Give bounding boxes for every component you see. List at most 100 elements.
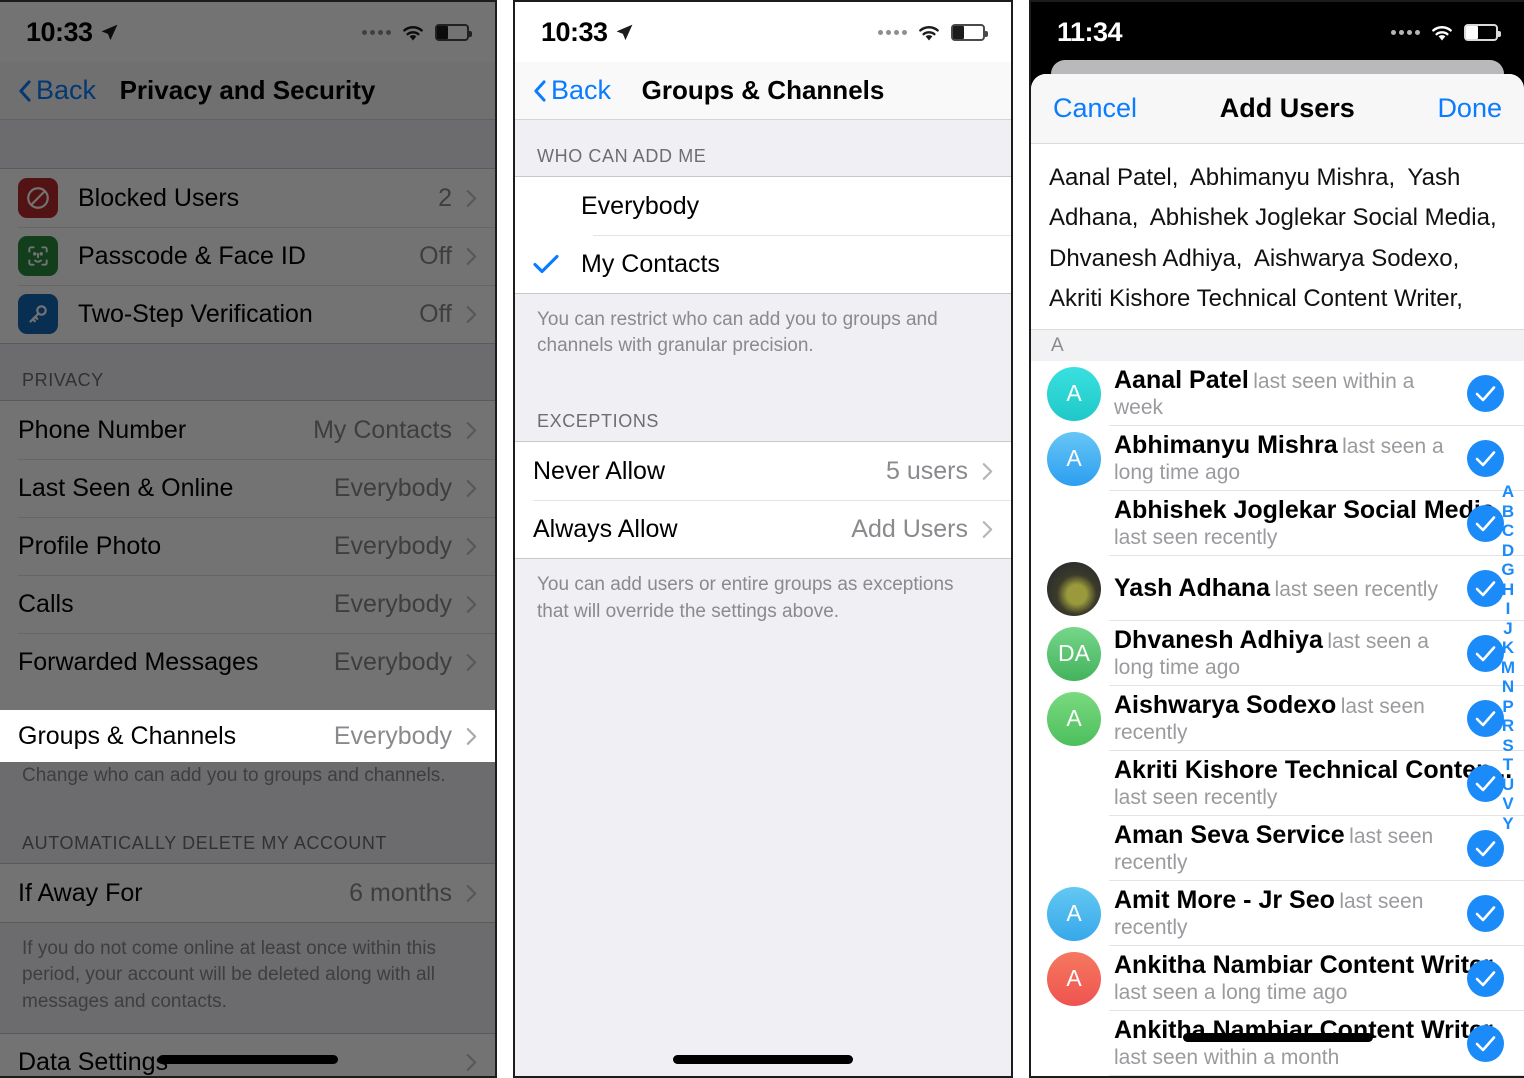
- signal-dots-icon: [878, 29, 907, 35]
- avatar-initials: A: [1066, 900, 1082, 927]
- cancel-button[interactable]: Cancel: [1053, 93, 1137, 124]
- back-button-panel2[interactable]: Back: [533, 75, 611, 106]
- index-letter[interactable]: G: [1501, 560, 1514, 580]
- index-letter[interactable]: C: [1502, 521, 1514, 541]
- option-my-contacts[interactable]: My Contacts: [515, 235, 1011, 293]
- index-letter[interactable]: N: [1502, 677, 1514, 697]
- row-label: Two-Step Verification: [78, 299, 313, 328]
- row-label: Last Seen & Online: [18, 473, 234, 502]
- contact-text: Ankitha Nambiar Content Writer last seen…: [1114, 951, 1493, 1007]
- panel-privacy-and-security: 10:33 Back Privacy and Security Blocked …: [0, 0, 497, 1078]
- back-button-panel1[interactable]: Back: [18, 75, 96, 106]
- token[interactable]: Aishwarya Sodexo,: [1254, 245, 1459, 272]
- selected-users-field[interactable]: Aanal Patel, Abhimanyu Mishra, Yash Adha…: [1031, 144, 1524, 331]
- list-item[interactable]: Abhishek Joglekar Social Media last seen…: [1031, 491, 1524, 557]
- chevron-right-icon: [982, 521, 993, 538]
- index-letter[interactable]: K: [1502, 638, 1514, 658]
- security-group: Blocked Users 2 Passcode & Face ID Off T…: [0, 168, 495, 344]
- contact-text: Abhishek Joglekar Social Media last seen…: [1114, 496, 1495, 552]
- auto-delete-footer-text: If you do not come online at least once …: [22, 938, 437, 1012]
- status-left-group: 10:33: [541, 17, 634, 48]
- list-item[interactable]: DA Dhvanesh Adhiya last seen a long time…: [1031, 621, 1524, 687]
- row-value: Everybody: [333, 473, 452, 502]
- contact-name: Abhishek Joglekar Social Media: [1114, 495, 1495, 524]
- row-calls[interactable]: Calls Everybody: [0, 575, 495, 633]
- checkbox-selected-icon[interactable]: [1467, 895, 1504, 933]
- wifi-icon: [919, 25, 939, 40]
- checkbox-selected-icon[interactable]: [1467, 440, 1504, 478]
- contact-list[interactable]: A Aanal Patel last seen within a week A …: [1031, 361, 1524, 1076]
- index-letter[interactable]: U: [1502, 775, 1514, 795]
- index-letter[interactable]: T: [1503, 755, 1513, 775]
- auto-delete-group: If Away For 6 months: [0, 863, 495, 924]
- index-letter[interactable]: R: [1502, 716, 1514, 736]
- index-letter[interactable]: P: [1502, 697, 1513, 717]
- list-item[interactable]: A Ankitha Nambiar Content Writer last se…: [1031, 946, 1524, 1012]
- list-item[interactable]: A Aishwarya Sodexo last seen recently: [1031, 686, 1524, 752]
- row-two-step-verification[interactable]: Two-Step Verification Off: [0, 285, 495, 343]
- chevron-right-icon: [466, 247, 477, 265]
- row-label: If Away For: [18, 878, 143, 907]
- auto-delete-section-header: AUTOMATICALLY DELETE MY ACCOUNT: [22, 833, 388, 854]
- row-label: Profile Photo: [18, 531, 162, 560]
- three-panel-screenshot: 10:33 Back Privacy and Security Blocked …: [0, 0, 1524, 1078]
- list-item[interactable]: A Aanal Patel last seen within a week: [1031, 361, 1524, 427]
- token[interactable]: Akriti Kishore Technical Content Writer,: [1049, 285, 1463, 312]
- index-letter[interactable]: A: [1502, 482, 1514, 502]
- status-right-group: [362, 23, 472, 42]
- index-letter[interactable]: M: [1501, 658, 1515, 678]
- row-passcode-face-id[interactable]: Passcode & Face ID Off: [0, 227, 495, 285]
- index-letter[interactable]: B: [1502, 502, 1514, 522]
- wifi-icon: [403, 25, 423, 40]
- row-phone-number[interactable]: Phone Number My Contacts: [0, 401, 495, 459]
- token[interactable]: Dhvanesh Adhiya,: [1049, 245, 1242, 272]
- row-forwarded-messages[interactable]: Forwarded Messages Everybody: [0, 633, 495, 691]
- alphabet-index[interactable]: A B C D G H I J K M N P R S T U V Y: [1497, 482, 1519, 833]
- list-item[interactable]: A Amit More - Jr Seo last seen recently: [1031, 881, 1524, 947]
- done-button[interactable]: Done: [1437, 93, 1502, 124]
- list-item[interactable]: Yash Adhana last seen recently: [1031, 556, 1524, 622]
- battery-icon: [1464, 23, 1501, 41]
- token[interactable]: Abhishek Joglekar Social Media,: [1150, 204, 1497, 231]
- checkbox-selected-icon[interactable]: [1467, 830, 1504, 868]
- row-last-seen-online[interactable]: Last Seen & Online Everybody: [0, 459, 495, 517]
- list-item[interactable]: Akriti Kishore Technical Conten... last …: [1031, 751, 1524, 817]
- index-letter[interactable]: D: [1502, 541, 1514, 561]
- checkbox-selected-icon[interactable]: [1467, 960, 1504, 998]
- checkbox-selected-icon[interactable]: [1467, 1025, 1504, 1063]
- list-section-header: A: [1031, 330, 1524, 362]
- token[interactable]: Abhimanyu Mishra,: [1190, 164, 1395, 191]
- list-item[interactable]: Aman Seva Service last seen recently: [1031, 816, 1524, 882]
- privacy-group: Phone Number My Contacts Last Seen & Onl…: [0, 400, 495, 750]
- option-everybody[interactable]: Everybody: [515, 177, 1011, 235]
- index-letter[interactable]: I: [1506, 599, 1511, 619]
- row-blocked-users[interactable]: Blocked Users 2: [0, 169, 495, 227]
- index-letter[interactable]: J: [1503, 619, 1512, 639]
- index-letter[interactable]: S: [1502, 736, 1513, 756]
- row-always-allow[interactable]: Always Allow Add Users: [515, 500, 1011, 559]
- row-profile-photo[interactable]: Profile Photo Everybody: [0, 517, 495, 575]
- status-time: 11:34: [1057, 16, 1123, 47]
- index-letter[interactable]: Y: [1502, 814, 1513, 834]
- checkbox-selected-icon[interactable]: [1467, 375, 1504, 413]
- index-letter[interactable]: V: [1502, 794, 1513, 814]
- option-label: Everybody: [581, 191, 700, 220]
- avatar-initials: A: [1066, 445, 1082, 472]
- row-if-away-for[interactable]: If Away For 6 months: [0, 864, 495, 923]
- row-value: 6 months: [349, 878, 452, 907]
- chevron-right-icon: [466, 727, 477, 745]
- token[interactable]: Aanal Patel,: [1049, 164, 1178, 191]
- row-groups-and-channels-highlighted[interactable]: Groups & Channels Everybody: [0, 710, 495, 762]
- list-item[interactable]: Ankitha Nambiar Content Writer last seen…: [1031, 1011, 1524, 1076]
- row-never-allow[interactable]: Never Allow 5 users: [515, 442, 1011, 501]
- avatar-initials: A: [1066, 705, 1082, 732]
- index-letter[interactable]: H: [1502, 580, 1514, 600]
- contact-name: Aishwarya Sodexo: [1114, 690, 1337, 719]
- privacy-section-header: PRIVACY: [22, 370, 104, 390]
- contact-text: Yash Adhana last seen recently: [1114, 574, 1467, 604]
- block-icon: [18, 178, 58, 218]
- contact-status: last seen within a month: [1114, 1046, 1340, 1070]
- row-value: My Contacts: [313, 415, 452, 444]
- list-item[interactable]: A Abhimanyu Mishra last seen a long time…: [1031, 426, 1524, 492]
- contact-name: Aanal Patel: [1114, 365, 1249, 394]
